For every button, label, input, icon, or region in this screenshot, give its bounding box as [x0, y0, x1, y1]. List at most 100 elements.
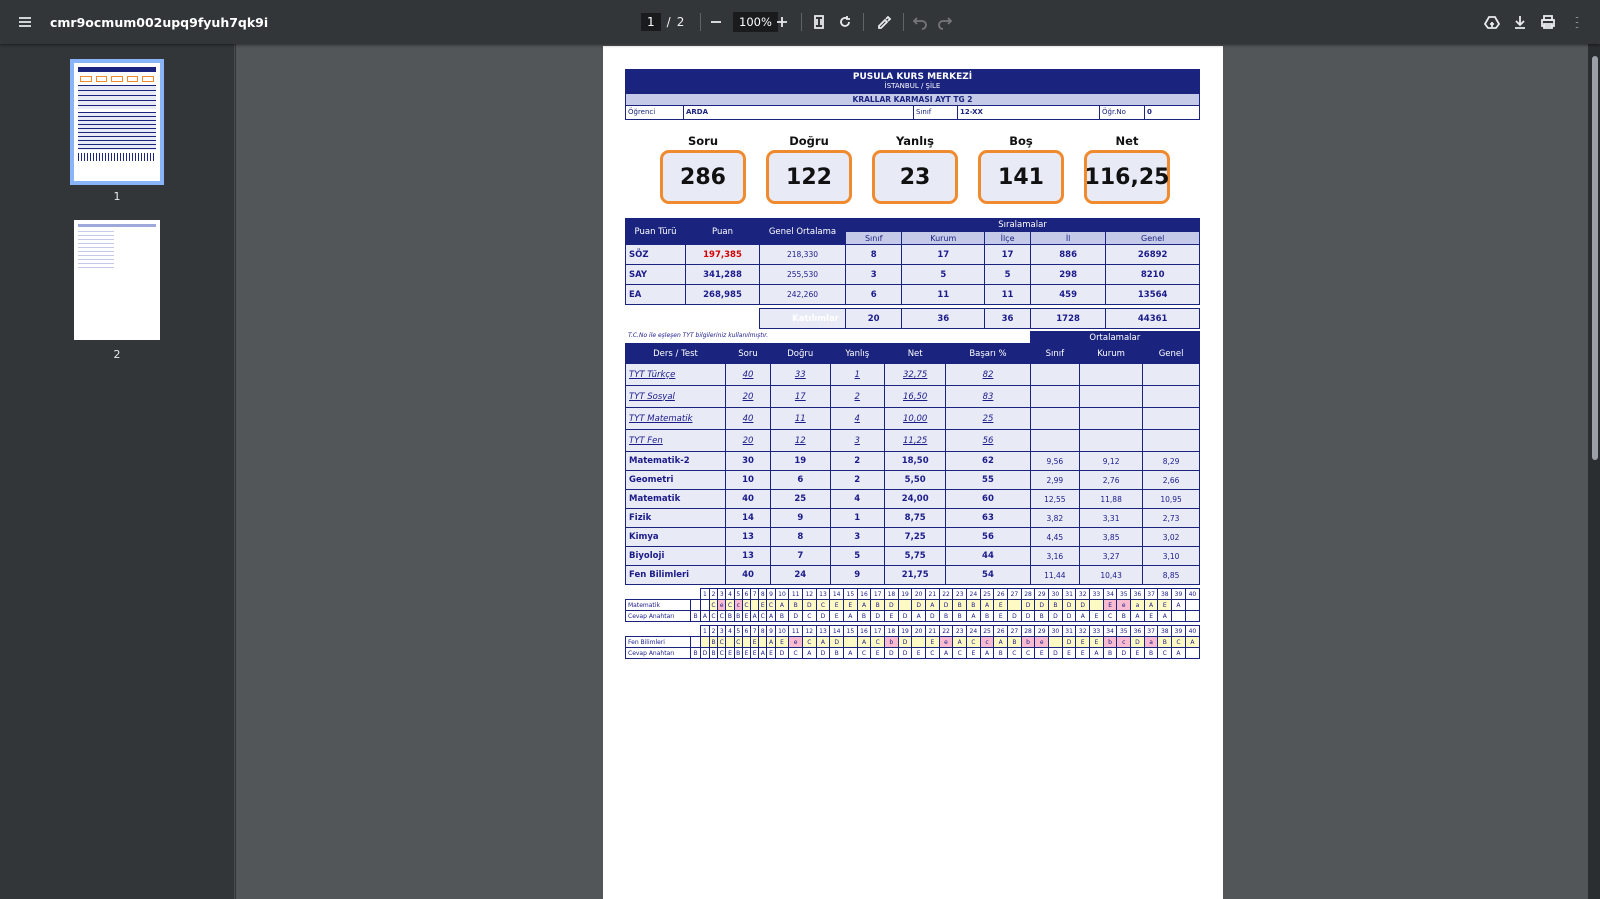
more-icon[interactable] — [1563, 8, 1591, 36]
fit-page-icon[interactable] — [805, 8, 833, 36]
cell[interactable]: 1 — [829, 363, 885, 386]
student-answer: C — [801, 636, 817, 648]
undo-icon[interactable] — [906, 8, 934, 36]
annotate-icon[interactable] — [871, 8, 899, 36]
redo-icon[interactable] — [931, 8, 959, 36]
cell[interactable]: TYT Sosyal — [625, 385, 726, 408]
stat-bos: Boş 141 — [968, 134, 1074, 204]
cell[interactable] — [1029, 363, 1081, 386]
student-answer: A — [979, 599, 995, 611]
cell: 8,29 — [1142, 451, 1200, 471]
cell[interactable]: 25 — [945, 407, 1031, 430]
cell[interactable]: 16,50 — [883, 385, 947, 408]
lesson-row: Matematik 40 25 4 24,00 60 12,55 11,88 10,95 — [625, 489, 1200, 509]
cell[interactable] — [1142, 407, 1200, 430]
student-answer: A — [952, 636, 968, 648]
key-answer: D — [774, 647, 790, 659]
cell[interactable]: 3 — [829, 429, 885, 452]
zoom-out-icon[interactable] — [702, 8, 730, 36]
cell[interactable] — [1079, 363, 1144, 386]
cell[interactable]: 32,75 — [883, 363, 947, 386]
key-answer: B — [708, 647, 719, 659]
key-answer: E — [741, 647, 752, 659]
student-answer: D — [801, 599, 817, 611]
cell: 11 — [984, 284, 1031, 305]
page-thumbnail-2[interactable] — [74, 220, 160, 340]
page-thumbnail-1[interactable] — [70, 59, 164, 185]
th-ort-sinif: Sınıf — [1029, 343, 1081, 364]
print-icon[interactable] — [1534, 8, 1562, 36]
stat-label: Soru — [687, 134, 719, 148]
cell[interactable]: TYT Türkçe — [625, 363, 726, 386]
cell[interactable] — [1142, 363, 1200, 386]
key-answer: E — [870, 647, 885, 659]
cell: 13564 — [1105, 284, 1200, 305]
thumbnail-label-2: 2 — [113, 348, 121, 361]
cell[interactable]: 40 — [724, 363, 772, 386]
cell[interactable] — [1079, 429, 1144, 452]
cell: 62 — [945, 451, 1031, 471]
cell[interactable] — [1079, 407, 1144, 430]
cell[interactable]: 12 — [770, 429, 831, 452]
cell[interactable] — [1079, 385, 1144, 408]
cell[interactable]: 20 — [724, 385, 772, 408]
th-sinif: Sınıf — [844, 231, 903, 245]
key-answer: B — [856, 610, 872, 622]
answer-number: 15 — [842, 588, 858, 600]
student-answer: A — [774, 599, 790, 611]
cell[interactable]: 20 — [724, 429, 772, 452]
cell[interactable]: 83 — [945, 385, 1031, 408]
cell[interactable]: TYT Fen — [625, 429, 726, 452]
cell[interactable]: 4 — [829, 407, 885, 430]
cell: 18,50 — [883, 451, 947, 471]
cell: Matematik — [625, 489, 726, 509]
cell[interactable]: TYT Matematik — [625, 407, 726, 430]
cell[interactable]: 40 — [724, 407, 772, 430]
cell: 5,50 — [883, 470, 947, 490]
key-answer: E — [911, 647, 927, 659]
student-answer: e — [717, 599, 727, 611]
student-answer: C — [1171, 636, 1186, 648]
cell[interactable]: 56 — [945, 429, 1031, 452]
cell[interactable]: 11 — [770, 407, 831, 430]
student-answer: D — [1130, 636, 1145, 648]
student-answer: D — [1061, 636, 1077, 648]
stat-value: 286 — [660, 150, 746, 204]
th-kurum: Kurum — [901, 231, 986, 245]
cell[interactable]: 10,00 — [883, 407, 947, 430]
lesson-row: Fen Bilimleri 40 24 9 21,75 54 11,44 10,43 8,85 — [625, 565, 1200, 585]
cell[interactable]: 11,25 — [883, 429, 947, 452]
cell: 44361 — [1105, 308, 1200, 329]
cell: 1 — [829, 508, 885, 528]
zoom-in-icon[interactable] — [768, 8, 796, 36]
answer-number: 26 — [993, 588, 1009, 600]
cell[interactable] — [1029, 429, 1081, 452]
student-answer — [897, 599, 913, 611]
download-icon[interactable] — [1506, 8, 1534, 36]
cell[interactable] — [1029, 407, 1081, 430]
cell: Biyoloji — [625, 546, 726, 566]
student-answer — [1089, 599, 1104, 611]
answer-number: 39 — [1171, 588, 1186, 600]
cell[interactable]: 33 — [770, 363, 831, 386]
menu-icon[interactable] — [11, 8, 39, 36]
lesson-row: TYT Sosyal 20 17 2 16,50 83 — [625, 385, 1200, 408]
answer-number: 38 — [1157, 625, 1173, 637]
cell[interactable]: 82 — [945, 363, 1031, 386]
key-answer: A — [758, 647, 768, 659]
answer-number: 13 — [815, 625, 831, 637]
cell[interactable] — [1142, 429, 1200, 452]
cell[interactable]: 17 — [770, 385, 831, 408]
th-soru: Soru — [724, 343, 772, 364]
cell[interactable]: 2 — [829, 385, 885, 408]
drive-icon[interactable] — [1478, 8, 1506, 36]
cell[interactable] — [1029, 385, 1081, 408]
page-separator: / — [666, 15, 671, 29]
key-answer: B — [829, 647, 844, 659]
answer-number: 23 — [952, 588, 968, 600]
page-input[interactable]: 1 — [641, 13, 661, 31]
scrollbar[interactable] — [1588, 44, 1600, 899]
rotate-icon[interactable] — [831, 8, 859, 36]
answer-booklet: B — [690, 647, 701, 659]
cell[interactable] — [1142, 385, 1200, 408]
